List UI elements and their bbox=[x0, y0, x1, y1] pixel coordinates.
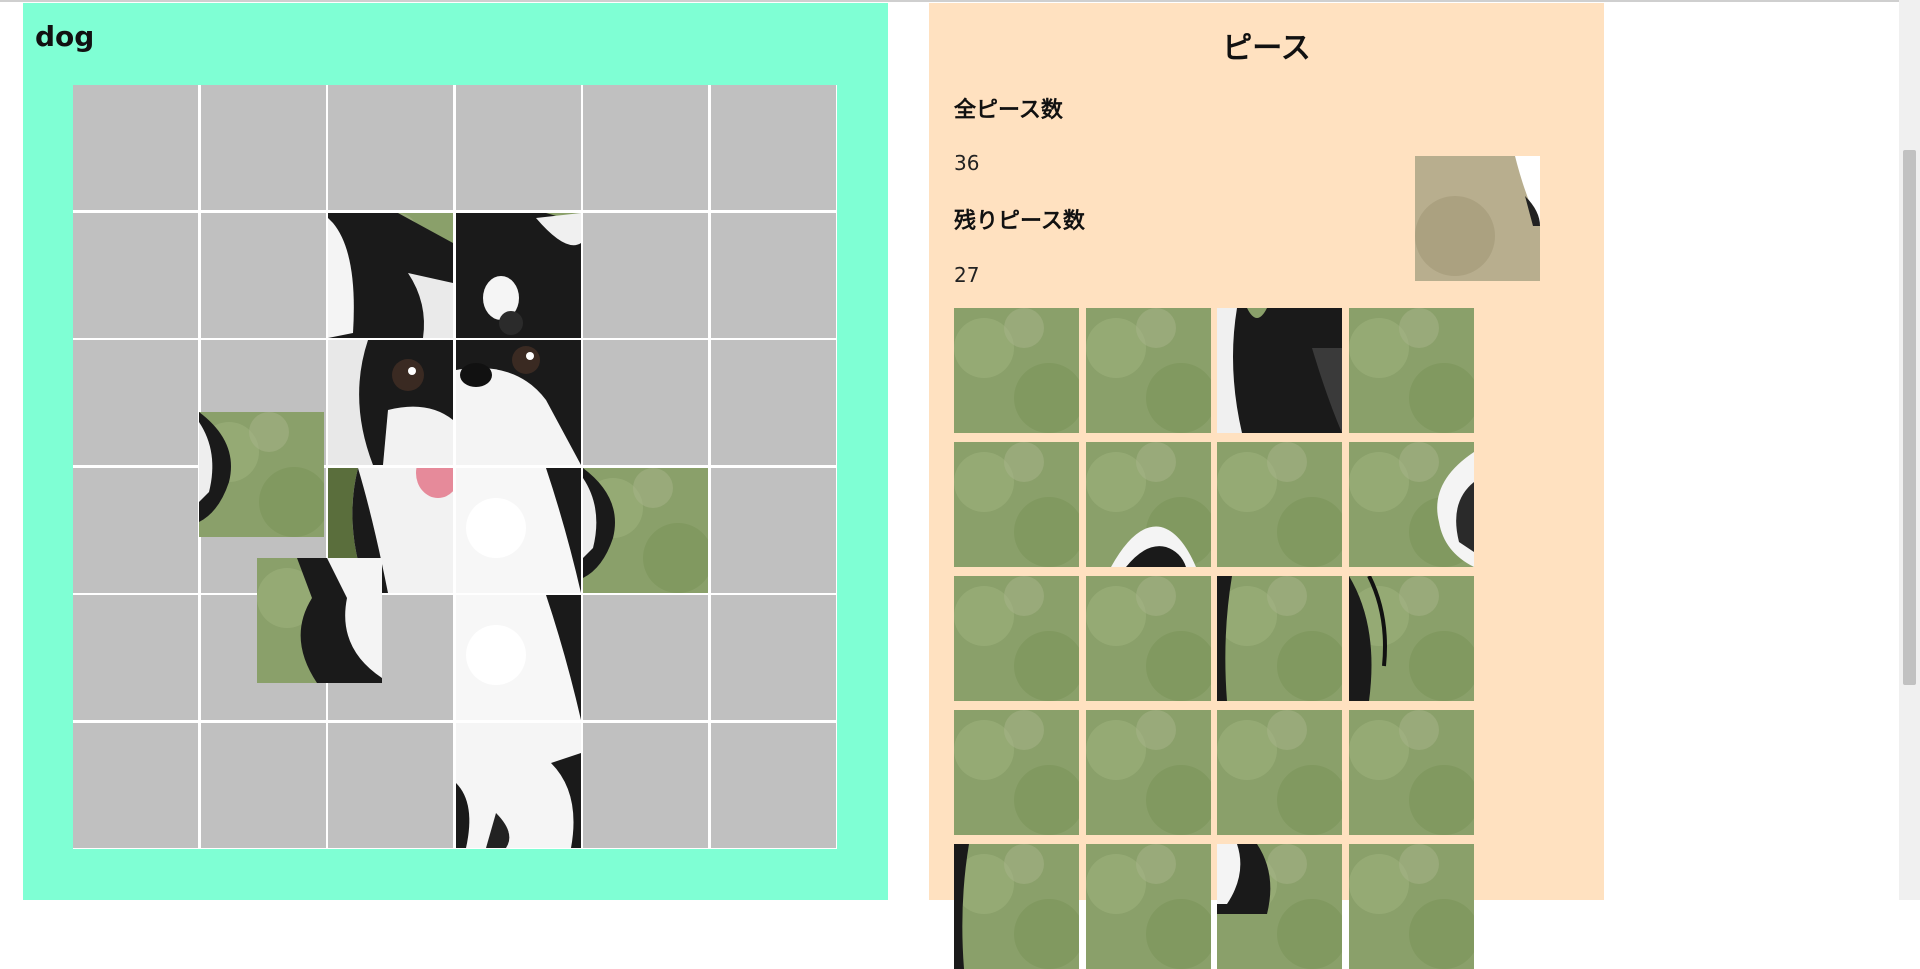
placed-piece[interactable] bbox=[456, 595, 584, 723]
puzzle-board[interactable] bbox=[73, 85, 837, 849]
placed-piece[interactable] bbox=[456, 213, 584, 341]
tray-piece[interactable] bbox=[954, 710, 1079, 835]
board-cell[interactable] bbox=[583, 85, 708, 210]
loose-piece[interactable] bbox=[199, 412, 324, 537]
scrollbar-thumb[interactable] bbox=[1903, 150, 1916, 685]
board-cell[interactable] bbox=[328, 85, 453, 210]
tray-piece[interactable] bbox=[1085, 442, 1211, 567]
board-cell[interactable] bbox=[73, 723, 198, 848]
total-pieces-value: 36 bbox=[954, 151, 980, 175]
tray-piece[interactable] bbox=[1217, 308, 1342, 433]
board-cell[interactable] bbox=[583, 595, 708, 720]
board-cell[interactable] bbox=[328, 723, 453, 848]
puzzle-board-panel: dog bbox=[23, 3, 888, 900]
tray-piece[interactable] bbox=[1348, 844, 1474, 969]
tray-piece[interactable] bbox=[1217, 442, 1342, 567]
board-cell[interactable] bbox=[456, 85, 581, 210]
tray-piece[interactable] bbox=[1348, 308, 1474, 433]
tray-piece[interactable] bbox=[1085, 710, 1211, 835]
board-cell[interactable] bbox=[73, 85, 198, 210]
board-cell[interactable] bbox=[583, 213, 708, 338]
board-cell[interactable] bbox=[73, 468, 198, 593]
tray-piece[interactable] bbox=[1217, 576, 1342, 701]
loose-piece[interactable] bbox=[257, 558, 382, 683]
board-cell[interactable] bbox=[711, 85, 836, 210]
board-cell[interactable] bbox=[73, 340, 198, 465]
tray-piece[interactable] bbox=[954, 308, 1079, 433]
pieces-heading: ピース bbox=[1222, 31, 1311, 66]
tray-piece[interactable] bbox=[1085, 576, 1211, 701]
board-cell[interactable] bbox=[201, 85, 326, 210]
placed-piece[interactable] bbox=[328, 213, 456, 341]
board-cell[interactable] bbox=[583, 340, 708, 465]
tray-piece[interactable] bbox=[1348, 576, 1474, 701]
window-top-border bbox=[0, 0, 1920, 2]
tray-piece[interactable] bbox=[1217, 710, 1342, 835]
board-cell[interactable] bbox=[711, 595, 836, 720]
tray-piece[interactable] bbox=[954, 576, 1079, 701]
board-cell[interactable] bbox=[73, 595, 198, 720]
board-cell[interactable] bbox=[583, 723, 708, 848]
placed-piece[interactable] bbox=[456, 340, 584, 468]
placed-piece[interactable] bbox=[328, 340, 456, 468]
board-cell[interactable] bbox=[201, 213, 326, 338]
placed-piece[interactable] bbox=[456, 723, 584, 851]
selected-piece[interactable] bbox=[1415, 156, 1540, 281]
board-cell[interactable] bbox=[73, 213, 198, 338]
puzzle-title: dog bbox=[35, 20, 95, 53]
tray-piece[interactable] bbox=[1085, 308, 1211, 433]
remaining-pieces-label: 残りピース数 bbox=[954, 209, 1085, 234]
tray-piece[interactable] bbox=[1085, 844, 1211, 969]
tray-piece[interactable] bbox=[1217, 844, 1342, 969]
page-scrollbar[interactable] bbox=[1899, 0, 1920, 900]
remaining-pieces-value: 27 bbox=[954, 263, 980, 287]
placed-piece[interactable] bbox=[583, 468, 711, 596]
tray-piece[interactable] bbox=[1348, 710, 1474, 835]
tray-piece[interactable] bbox=[1348, 442, 1474, 567]
board-cell[interactable] bbox=[201, 723, 326, 848]
board-cell[interactable] bbox=[711, 213, 836, 338]
pieces-panel: ピース 全ピース数 36 残りピース数 27 bbox=[929, 3, 1604, 969]
placed-piece[interactable] bbox=[456, 468, 584, 596]
tray-piece[interactable] bbox=[954, 442, 1079, 567]
board-cell[interactable] bbox=[711, 723, 836, 848]
total-pieces-label: 全ピース数 bbox=[954, 98, 1063, 123]
tray-piece[interactable] bbox=[954, 844, 1079, 969]
board-cell[interactable] bbox=[711, 468, 836, 593]
board-cell[interactable] bbox=[711, 340, 836, 465]
